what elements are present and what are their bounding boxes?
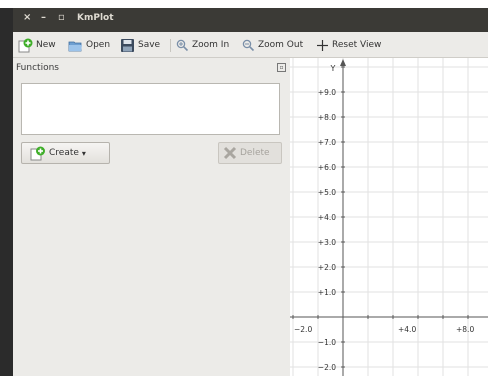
title-bar: × – ▫ KmPlot <box>13 8 488 32</box>
zoom-out-label: Zoom Out <box>258 40 304 50</box>
save-label: Save <box>138 40 161 50</box>
desktop-edge <box>0 8 13 376</box>
zoom-in-label: Zoom In <box>192 40 230 50</box>
y-tick-label: +7.0 <box>318 138 336 147</box>
function-list[interactable] <box>21 83 280 135</box>
zoom-in-button[interactable]: Zoom In <box>176 37 229 53</box>
plot-canvas: Y +9.0 +8.0 +7.0 +6.0 +5.0 +4.0 +3.0 +2.0 +1.0 −1.… <box>290 58 488 376</box>
add-function-icon <box>30 146 45 160</box>
x-tick-label: +4.0 <box>398 325 416 334</box>
y-tick-label: +3.0 <box>318 238 336 247</box>
reset-view-button[interactable]: Reset View <box>316 37 381 53</box>
panel-float-button[interactable]: ▫ <box>277 63 286 72</box>
y-tick-label: +4.0 <box>318 213 336 222</box>
dropdown-arrow-icon: ▾ <box>81 148 86 158</box>
y-tick-label: −2.0 <box>318 363 336 372</box>
open-button[interactable]: Open <box>68 37 110 53</box>
maximize-window-button[interactable]: ▫ <box>58 12 65 23</box>
minimize-window-button[interactable]: – <box>41 12 46 23</box>
y-tick-label: +8.0 <box>318 113 336 122</box>
y-axis-arrow <box>340 59 346 66</box>
y-tick-label: +1.0 <box>318 288 336 297</box>
zoom-out-button[interactable]: Zoom Out <box>242 37 303 53</box>
main-toolbar: New Open Save Zoom In Zoom Out Reset Vie… <box>13 32 488 58</box>
new-button[interactable]: New <box>18 37 56 53</box>
toolbar-separator <box>170 39 171 52</box>
y-tick-label: +2.0 <box>318 263 336 272</box>
y-axis-label: Y <box>330 64 336 73</box>
open-label: Open <box>86 40 111 50</box>
plot-area[interactable]: Y +9.0 +8.0 +7.0 +6.0 +5.0 +4.0 +3.0 +2.0 +1.0 −1.… <box>290 58 488 376</box>
zoom-out-icon <box>242 39 255 51</box>
delete-label: Delete <box>240 148 270 158</box>
delete-button[interactable]: Delete <box>218 142 282 164</box>
create-label: Create <box>49 148 79 158</box>
zoom-in-icon <box>176 39 189 51</box>
y-tick-label: +6.0 <box>318 163 336 172</box>
functions-panel: Functions ▫ Create ▾ Delete <box>13 58 290 376</box>
new-label: New <box>36 40 56 50</box>
x-tick-label: −2.0 <box>294 325 312 334</box>
close-window-button[interactable]: × <box>23 12 31 23</box>
new-document-icon <box>18 38 33 52</box>
delete-icon <box>223 146 237 160</box>
save-button[interactable]: Save <box>120 37 160 53</box>
x-tick-label: +8.0 <box>456 325 474 334</box>
window-title: KmPlot <box>77 13 114 23</box>
floppy-disk-icon <box>121 38 134 52</box>
y-tick-label: +9.0 <box>318 88 336 97</box>
functions-panel-title: Functions <box>16 63 59 73</box>
reset-view-label: Reset View <box>332 40 382 50</box>
y-tick-label: −1.0 <box>318 338 336 347</box>
create-button[interactable]: Create ▾ <box>21 142 110 164</box>
float-icon: ▫ <box>279 64 284 71</box>
folder-open-icon <box>68 41 82 51</box>
crosshair-icon <box>317 39 328 51</box>
y-tick-label: +5.0 <box>318 188 336 197</box>
